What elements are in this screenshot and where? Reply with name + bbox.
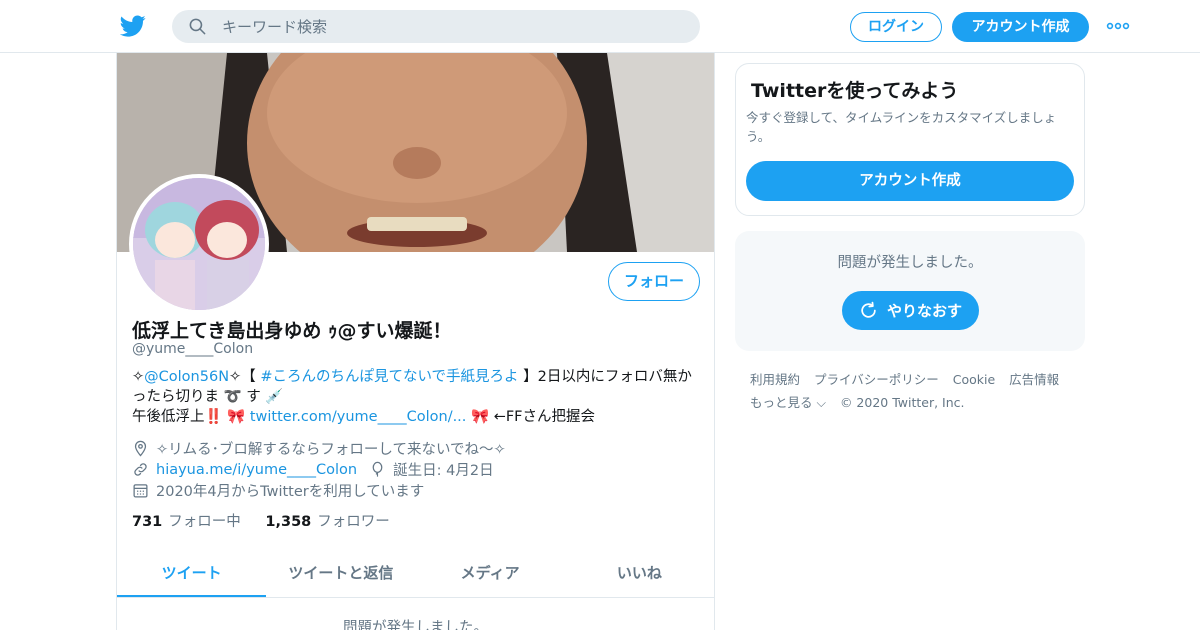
footer-cookie-label: Cookie [952, 372, 996, 387]
footer-terms-link[interactable]: 利用規約 [750, 372, 810, 387]
bio-line-2: ったら切りま ➰ す 💉 [132, 389, 284, 405]
search-input[interactable] [222, 10, 682, 43]
location-text: ✧リムる･ブロ解するならフォローして来ないでね〜✧ [156, 442, 506, 458]
bio-url-link[interactable]: twitter.com/yume____Colon/... [250, 409, 467, 425]
footer-privacy-link[interactable]: プライバシーポリシー [814, 372, 949, 387]
profile-website-row: hiayua.me/i/yume____Colon 誕生日: 4月2日 [132, 459, 494, 480]
bio-text: 】2日以内にフォロバ無か [518, 369, 692, 385]
refresh-icon [861, 301, 876, 318]
search-icon [189, 18, 206, 35]
bio-mention-link[interactable]: @Colon56N [144, 369, 229, 385]
following-count: 731 [132, 514, 163, 530]
twitter-bird-icon[interactable] [120, 13, 146, 39]
signup-card-text: 今すぐ登録して、タイムラインをカスタマイズしましょう。 [746, 110, 1057, 144]
profile-bio: ✧@Colon56N✧【 #ころんのちんぽ見てないで手紙見ろよ 】2日以内にフォ… [132, 367, 702, 427]
profile-column: フォロー 低浮上てき島出身ゆめ ｩ@すい爆誕！ @yume____Colon ✧… [116, 53, 715, 630]
footer-copyright: © 2020 Twitter, Inc. [839, 395, 965, 410]
footer-privacy-label: プライバシーポリシー [814, 372, 939, 387]
followers-count: 1,358 [265, 514, 312, 530]
bio-hashtag-link[interactable]: #ころんのちんぽ見てないで手紙見ろよ [260, 369, 518, 385]
retry-button[interactable]: やりなおす [842, 291, 979, 330]
tab-tweets[interactable]: ツイート [117, 550, 267, 597]
signup-card-button[interactable]: アカウント作成 [746, 161, 1074, 201]
footer-terms-label: 利用規約 [750, 372, 801, 387]
login-button[interactable]: ログイン [850, 12, 942, 42]
location-pin-icon [134, 440, 147, 457]
tab-media[interactable]: メディア [416, 550, 565, 597]
profile-avatar[interactable] [129, 174, 269, 314]
top-bar: ログイン アカウント作成 [0, 0, 1200, 53]
profile-location: ✧リムる･ブロ解するならフォローして来ないでね〜✧ [132, 438, 506, 459]
following-stat[interactable]: 731 フォロー中 [132, 514, 241, 530]
footer-more-link[interactable]: もっと見る ⌵ [750, 395, 836, 410]
profile-website-link[interactable]: hiayua.me/i/yume____Colon [156, 462, 357, 478]
bio-line-3: 午後低浮上‼️ 🎀 twitter.com/yume____Colon/... … [132, 407, 702, 427]
profile-joined-date: 2020年4月からTwitterを利用しています [132, 480, 424, 501]
avatar-illustration [133, 178, 265, 310]
profile-stats: 731 フォロー中 1,358 フォロワー [132, 510, 410, 531]
link-icon [134, 463, 147, 476]
balloon-icon [372, 461, 383, 477]
footer-ads-link[interactable]: 広告情報 [1009, 372, 1069, 387]
more-options-icon[interactable] [1106, 19, 1130, 33]
bio-text: 🎀 ←FFさん把握会 [466, 409, 596, 425]
tab-likes[interactable]: いいね [565, 550, 714, 597]
followers-label: フォロワー [317, 514, 390, 530]
bio-line-1: ✧@Colon56N✧【 #ころんのちんぽ見てないで手紙見ろよ 】2日以内にフォ… [132, 367, 702, 387]
followers-stat[interactable]: 1,358 フォロワー [265, 514, 389, 530]
footer-ads-label: 広告情報 [1009, 372, 1060, 387]
profile-display-name: 低浮上てき島出身ゆめ ｩ@すい爆誕！ [132, 320, 452, 342]
joined-text: 2020年4月からTwitterを利用しています [156, 484, 425, 500]
birthday-text: 誕生日: 4月2日 [393, 463, 494, 479]
signup-button[interactable]: アカウント作成 [952, 12, 1089, 42]
error-card: 問題が発生しました。 やりなおす [735, 231, 1085, 351]
footer-cookie-link[interactable]: Cookie [953, 372, 1005, 387]
error-card-text: 問題が発生しました。 [837, 255, 983, 271]
bio-text: ✧【 [229, 369, 261, 385]
profile-handle: @yume____Colon [132, 341, 254, 357]
follow-button[interactable]: フォロー [608, 262, 700, 301]
signup-card-title: Twitterを使ってみよう [751, 80, 959, 102]
bio-text: 午後低浮上‼️ 🎀 [132, 409, 250, 425]
tab-tweets-and-replies[interactable]: ツイートと返信 [266, 550, 415, 597]
search-box [172, 10, 700, 43]
footer-more-label: もっと見る ⌵ [750, 395, 826, 410]
retry-label: やりなおす [886, 302, 962, 320]
profile-tabs: ツイート ツイートと返信 メディア いいね [117, 550, 714, 598]
signup-card: Twitterを使ってみよう 今すぐ登録して、タイムラインをカスタマイズしましょ… [735, 63, 1085, 216]
following-label: フォロー中 [168, 514, 241, 530]
footer-links: 利用規約 プライバシーポリシー Cookie 広告情報 もっと見る ⌵ © 20… [750, 368, 1080, 414]
timeline-error-text: 問題が発生しました。 [343, 620, 488, 630]
bio-text: ✧ [132, 369, 145, 385]
calendar-icon [133, 484, 148, 498]
